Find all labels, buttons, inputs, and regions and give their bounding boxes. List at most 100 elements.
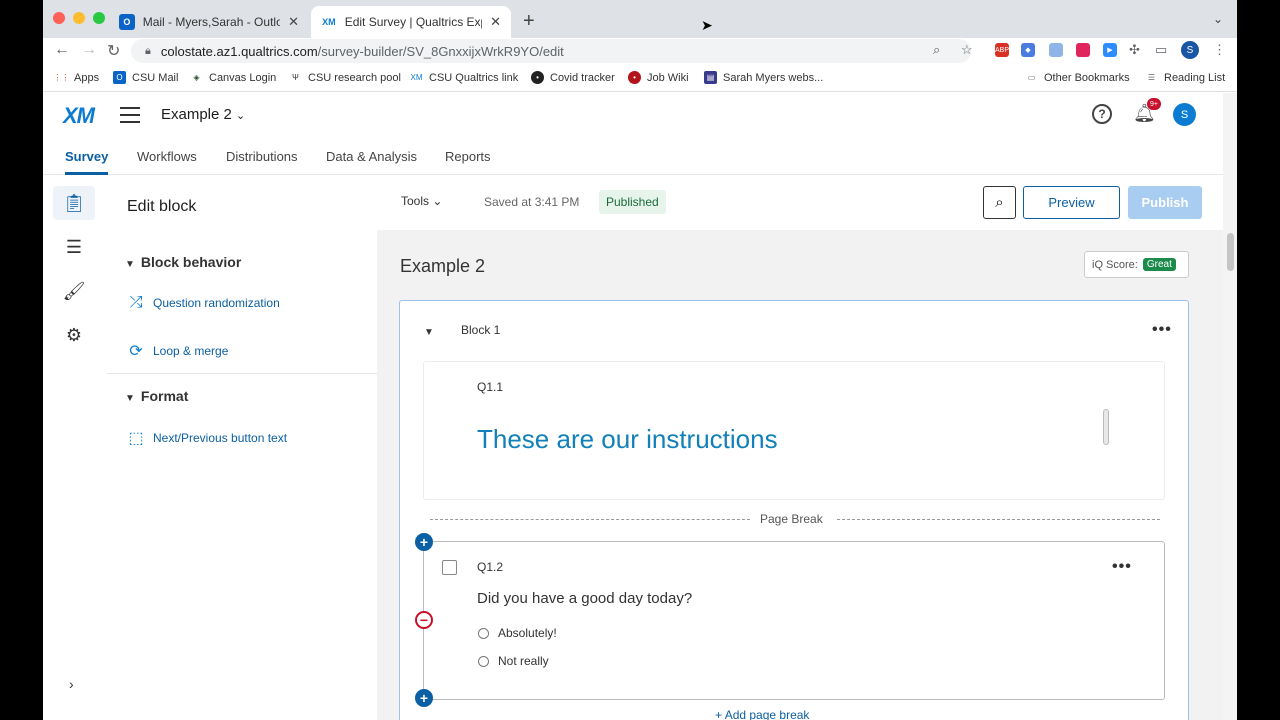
puzzle-extensions-icon[interactable]: ✣	[1129, 42, 1140, 58]
answer-option[interactable]: Absolutely!	[478, 626, 557, 640]
bookmark-csu-mail[interactable]: O CSU Mail	[113, 71, 178, 84]
browser-menu-icon[interactable]: ⋮	[1213, 42, 1226, 58]
expand-rail-chevron-icon[interactable]: ›	[69, 676, 74, 692]
bookmark-label: CSU research pool	[308, 71, 401, 84]
tab-title: Mail - Myers,Sarah - Outlook	[142, 15, 281, 29]
bookmark-sarah-myers[interactable]: ▤ Sarah Myers webs...	[704, 71, 823, 84]
help-icon[interactable]: ?	[1092, 104, 1112, 124]
forward-arrow-icon[interactable]: →	[81, 41, 97, 59]
bookmark-label: Covid tracker	[550, 71, 615, 84]
question-text[interactable]: Did you have a good day today?	[477, 590, 692, 607]
app-header: XM Example 2 ⌄ ? 🔔︎ 9+ S	[43, 93, 1223, 137]
format-section[interactable]: ▼ Format	[125, 388, 188, 404]
tab-distributions[interactable]: Distributions	[226, 149, 298, 164]
new-tab-icon[interactable]: +	[523, 10, 535, 33]
cast-icon[interactable]: ▭	[1155, 42, 1167, 58]
psi-icon: Ψ	[292, 73, 299, 82]
add-page-break-link[interactable]: + Add page break	[715, 708, 809, 720]
link-label: Next/Previous button text	[153, 431, 288, 445]
survey-block[interactable]: ▼ Block 1 ••• Q1.1 These are our instruc…	[399, 300, 1189, 720]
bookmark-apps[interactable]: ⋮⋮ Apps	[54, 71, 100, 84]
minimize-window-button[interactable]	[73, 12, 85, 24]
survey-toolbar: Tools ⌄ Saved at 3:41 PM Published ⌕ Pre…	[377, 176, 1223, 230]
preview-button[interactable]: Preview	[1023, 186, 1120, 219]
covid-tracker-icon: •	[531, 71, 544, 84]
tab-strip: O Mail - Myers,Sarah - Outlook ✕ XM Edit…	[43, 0, 1237, 38]
address-bar[interactable]: 🔒︎ colostate.az1.qualtrics.com/survey-bu…	[131, 39, 971, 63]
adblock-extension-icon[interactable]: ABP	[995, 43, 1009, 57]
bookmark-job-wiki[interactable]: • Job Wiki	[628, 71, 689, 84]
zoom-icon[interactable]: ⌕	[933, 42, 940, 58]
tab-survey[interactable]: Survey	[65, 149, 109, 175]
question-id: Q1.2	[477, 560, 504, 574]
page-break[interactable]: Page Break	[430, 512, 1160, 526]
zoom-extension-icon[interactable]: ▶	[1103, 43, 1117, 57]
bookmark-csu-qualtrics[interactable]: XM CSU Qualtrics link	[410, 71, 519, 84]
question-q1-2[interactable]: Q1.2 ••• Did you have a good day today? …	[423, 541, 1165, 700]
block-name[interactable]: Block 1	[461, 323, 500, 337]
tab-search-icon[interactable]: ⌄	[1213, 12, 1223, 26]
radio-button[interactable]	[478, 655, 489, 667]
question-options-ellipsis-icon[interactable]: •••	[1112, 558, 1132, 576]
question-q1-1[interactable]: Q1.1 These are our instructions	[423, 361, 1165, 500]
survey-builder-icon[interactable]: 📋︎	[53, 186, 95, 220]
bookmark-star-icon[interactable]: ☆	[961, 42, 973, 58]
loop-merge-link[interactable]: ⟳ Loop & merge	[127, 341, 228, 361]
survey-flow-icon[interactable]: ☰	[53, 230, 95, 264]
publish-button[interactable]: Publish	[1128, 186, 1202, 219]
xm-logo[interactable]: XM	[63, 103, 95, 129]
collapse-block-caret-icon[interactable]: ▼	[424, 327, 434, 338]
search-button[interactable]: ⌕	[983, 186, 1016, 219]
iq-score[interactable]: iQ Score: Great	[1084, 251, 1189, 278]
block-options-ellipsis-icon[interactable]: •••	[1152, 321, 1172, 339]
browser-tab-outlook[interactable]: O Mail - Myers,Sarah - Outlook ✕	[109, 6, 309, 38]
extension-icon[interactable]	[1076, 43, 1090, 57]
hamburger-menu-icon[interactable]	[120, 107, 140, 128]
outlook-icon: O	[119, 14, 135, 30]
add-item-plus-icon[interactable]: +	[415, 689, 433, 707]
project-selector[interactable]: Example 2 ⌄	[161, 106, 245, 123]
extension-icon[interactable]	[1049, 43, 1063, 57]
bookmark-covid-tracker[interactable]: • Covid tracker	[531, 71, 615, 84]
add-item-plus-icon[interactable]: +	[415, 533, 433, 551]
answer-option[interactable]: Not really	[478, 654, 549, 668]
tab-workflows[interactable]: Workflows	[137, 149, 197, 164]
question-select-checkbox[interactable]	[442, 560, 457, 575]
tab-reports[interactable]: Reports	[445, 149, 491, 164]
question-randomization-link[interactable]: ⤮ Question randomization	[127, 294, 280, 312]
bookmark-canvas-login[interactable]: ◈ Canvas Login	[190, 71, 276, 84]
bookmark-label: CSU Mail	[132, 71, 179, 84]
close-window-button[interactable]	[53, 12, 65, 24]
profile-avatar[interactable]: S	[1181, 41, 1199, 59]
reading-list[interactable]: ☰ Reading List	[1145, 71, 1225, 84]
next-previous-button-text-link[interactable]: ⬚ Next/Previous button text	[127, 428, 287, 448]
survey-title[interactable]: Example 2	[400, 256, 485, 277]
close-tab-icon[interactable]: ✕	[288, 14, 299, 30]
close-tab-icon[interactable]: ✕	[490, 14, 501, 30]
bookmark-label: Apps	[74, 71, 100, 84]
reload-icon[interactable]: ↻	[107, 41, 120, 61]
remove-question-minus-icon[interactable]: −	[415, 611, 433, 629]
look-and-feel-paint-roller-icon[interactable]: 🖌︎	[53, 274, 95, 308]
user-avatar[interactable]: S	[1173, 103, 1196, 126]
url-host: colostate.az1.qualtrics.com	[160, 43, 318, 59]
block-behavior-section[interactable]: ▼ Block behavior	[125, 254, 241, 270]
scrollbar-thumb[interactable]	[1227, 233, 1234, 271]
bookmark-label: Other Bookmarks	[1044, 71, 1130, 84]
tab-data-analysis[interactable]: Data & Analysis	[326, 149, 417, 164]
zoom-window-button[interactable]	[93, 12, 105, 24]
extension-icon[interactable]: ◆	[1021, 43, 1035, 57]
tools-dropdown[interactable]: Tools ⌄	[401, 194, 442, 208]
loop-icon: ⟳	[129, 343, 143, 360]
survey-options-icon[interactable]: ⚙	[53, 318, 95, 352]
browser-tab-qualtrics[interactable]: XM Edit Survey | Qualtrics Experience ✕	[311, 6, 511, 38]
page-scrollbar[interactable]	[1223, 93, 1237, 720]
back-arrow-icon[interactable]: ←	[54, 41, 70, 59]
bookmark-other[interactable]: ▭ Other Bookmarks	[1025, 71, 1130, 84]
xm-icon: XM	[322, 17, 336, 27]
bookmark-csu-research-pool[interactable]: Ψ CSU research pool	[289, 71, 401, 84]
iq-label: iQ Score:	[1092, 258, 1138, 271]
radio-button[interactable]	[478, 627, 489, 639]
text-scrollbar[interactable]	[1103, 409, 1109, 445]
question-text[interactable]: These are our instructions	[477, 424, 778, 455]
